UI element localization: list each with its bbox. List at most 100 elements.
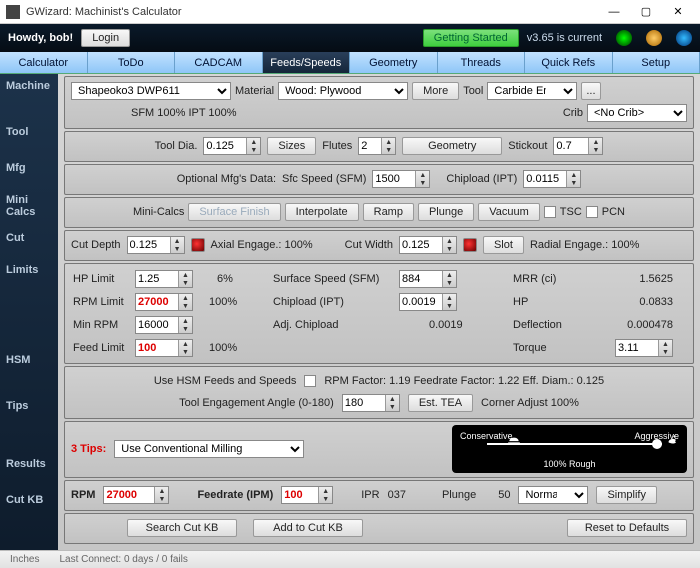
connect-text: Last Connect: 0 days / 0 fails <box>59 554 187 565</box>
section-tool: Tool Dia. ▲▼ Sizes Flutes ▲▼ Geometry St… <box>64 131 694 162</box>
feed-limit-input[interactable]: ▲▼ <box>135 339 193 357</box>
section-mfg: Optional Mfg's Data: Sfc Speed (SFM) ▲▼ … <box>64 164 694 195</box>
section-hsm: Use HSM Feeds and Speeds RPM Factor: 1.1… <box>64 366 694 419</box>
crib-label: Crib <box>563 107 583 119</box>
radial-indicator-icon[interactable] <box>463 238 477 252</box>
down-icon: ▼ <box>247 146 260 154</box>
hp-limit-input[interactable]: ▲▼ <box>135 270 193 288</box>
getting-started-button[interactable]: Getting Started <box>423 29 519 47</box>
add-cut-kb-button[interactable]: Add to Cut KB <box>253 519 363 537</box>
hsm-factors: RPM Factor: 1.19 Feedrate Factor: 1.22 E… <box>324 375 604 387</box>
reset-defaults-button[interactable]: Reset to Defaults <box>567 519 687 537</box>
window-max-icon[interactable]: ▢ <box>630 0 662 24</box>
aggressiveness-slider[interactable]: Conservative Aggressive 100% Rough <box>452 425 687 473</box>
plunge-mode-select[interactable]: Normal <box>518 486 588 504</box>
chipload-input[interactable]: ▲▼ <box>523 170 581 188</box>
window-min-icon[interactable]: — <box>598 0 630 24</box>
torque-input[interactable]: ▲▼ <box>615 339 673 357</box>
tips-count: 3 Tips: <box>71 443 106 455</box>
est-tea-button[interactable]: Est. TEA <box>408 394 473 412</box>
side-mini-calcs: Mini Calcs <box>0 188 58 222</box>
tab-setup[interactable]: Setup <box>613 52 700 73</box>
mfg-prefix: Optional Mfg's Data: <box>177 173 276 185</box>
profile-select[interactable]: Shapeoko3 DWP611 <box>71 82 231 100</box>
version-text: v3.65 is current <box>527 32 602 44</box>
tips-select[interactable]: Use Conventional Milling <box>114 440 304 458</box>
axial-text: Axial Engage.: 100% <box>211 239 313 251</box>
surface-speed-input[interactable]: ▲▼ <box>399 270 457 288</box>
tool-label: Tool <box>463 85 483 97</box>
tab-quick-refs[interactable]: Quick Refs <box>525 52 613 73</box>
slider-caption: 100% Rough <box>452 459 687 469</box>
rpm-limit-input[interactable]: ▲▼ <box>135 293 193 311</box>
section-cut: Cut Depth ▲▼ Axial Engage.: 100% Cut Wid… <box>64 230 694 261</box>
tool-ellipsis-button[interactable]: ... <box>581 82 600 100</box>
tab-todo[interactable]: ToDo <box>88 52 176 73</box>
tab-bar: Calculator ToDo CADCAM Feeds/Speeds Geom… <box>0 52 700 74</box>
axial-indicator-icon[interactable] <box>191 238 205 252</box>
side-hsm: HSM <box>0 348 58 370</box>
radial-text: Radial Engage.: 100% <box>530 239 639 251</box>
tea-input[interactable]: ▲▼ <box>342 394 400 412</box>
hsm-use-label: Use HSM Feeds and Speeds <box>154 375 296 387</box>
flutes-input[interactable]: ▲▼ <box>358 137 396 155</box>
side-results: Results <box>0 452 58 474</box>
stickout-input[interactable]: ▲▼ <box>553 137 603 155</box>
tool-dia-input[interactable]: ▲▼ <box>203 137 261 155</box>
app-icon <box>6 5 20 19</box>
chipload-ipt-input[interactable]: ▲▼ <box>399 293 457 311</box>
simplify-button[interactable]: Simplify <box>596 486 657 504</box>
units-text: Inches <box>10 554 39 565</box>
tip-icon[interactable] <box>646 30 662 46</box>
status-icon[interactable] <box>616 30 632 46</box>
titlebar: GWizard: Machinist's Calculator — ▢ ✕ <box>0 0 700 24</box>
plunge-button[interactable]: Plunge <box>418 203 474 221</box>
search-cut-kb-button[interactable]: Search Cut KB <box>127 519 237 537</box>
plunge-label: Plunge <box>442 489 476 501</box>
side-mfg: Mfg <box>0 156 58 178</box>
more-button[interactable]: More <box>412 82 459 100</box>
ramp-button[interactable]: Ramp <box>363 203 414 221</box>
login-button[interactable]: Login <box>81 29 130 47</box>
greeting: Howdy, bob! <box>8 32 73 44</box>
feedrate-input[interactable]: ▲▼ <box>281 486 333 504</box>
mini-calcs-label: Mini-Calcs <box>133 206 184 218</box>
corner-adjust-text: Corner Adjust 100% <box>481 397 579 409</box>
section-limits: HP Limit▲▼6% RPM Limit▲▼100% Min RPM▲▼ F… <box>64 263 694 364</box>
side-machine: Machine <box>0 74 58 96</box>
side-cut-kb: Cut KB <box>0 488 58 510</box>
vacuum-button[interactable]: Vacuum <box>478 203 540 221</box>
hsm-checkbox[interactable] <box>304 375 316 387</box>
sidebar: Machine Tool Mfg Mini Calcs Cut Limits H… <box>0 74 58 550</box>
cut-depth-input[interactable]: ▲▼ <box>127 236 185 254</box>
plunge-value: 50 <box>498 489 510 501</box>
tool-select[interactable]: Carbide Endmill <box>487 82 577 100</box>
tab-cadcam[interactable]: CADCAM <box>175 52 263 73</box>
slot-button[interactable]: Slot <box>483 236 524 254</box>
cut-width-input[interactable]: ▲▼ <box>399 236 457 254</box>
side-cut: Cut <box>0 226 58 248</box>
tab-threads[interactable]: Threads <box>438 52 526 73</box>
app-title: GWizard: Machinist's Calculator <box>26 6 598 18</box>
tsc-checkbox[interactable] <box>544 206 556 218</box>
conservative-label: Conservative <box>460 431 513 441</box>
sizes-button[interactable]: Sizes <box>267 137 316 155</box>
geometry-button[interactable]: Geometry <box>402 137 502 155</box>
tab-calculator[interactable]: Calculator <box>0 52 88 73</box>
help-icon[interactable] <box>676 30 692 46</box>
topbar: Howdy, bob! Login Getting Started v3.65 … <box>0 24 700 52</box>
crib-select[interactable]: <No Crib> <box>587 104 687 122</box>
sfc-input[interactable]: ▲▼ <box>372 170 430 188</box>
min-rpm-input[interactable]: ▲▼ <box>135 316 193 334</box>
tab-feeds-speeds[interactable]: Feeds/Speeds <box>263 52 351 73</box>
side-tips: Tips <box>0 394 58 416</box>
up-icon: ▲ <box>247 138 260 146</box>
pcn-checkbox[interactable] <box>586 206 598 218</box>
material-select[interactable]: Wood: Plywood <box>278 82 408 100</box>
rpm-input[interactable]: ▲▼ <box>103 486 169 504</box>
tab-geometry[interactable]: Geometry <box>350 52 438 73</box>
interpolate-button[interactable]: Interpolate <box>285 203 359 221</box>
section-cut-kb: Search Cut KB Add to Cut KB Reset to Def… <box>64 513 694 544</box>
window-close-icon[interactable]: ✕ <box>662 0 694 24</box>
stickout-label: Stickout <box>508 140 547 152</box>
